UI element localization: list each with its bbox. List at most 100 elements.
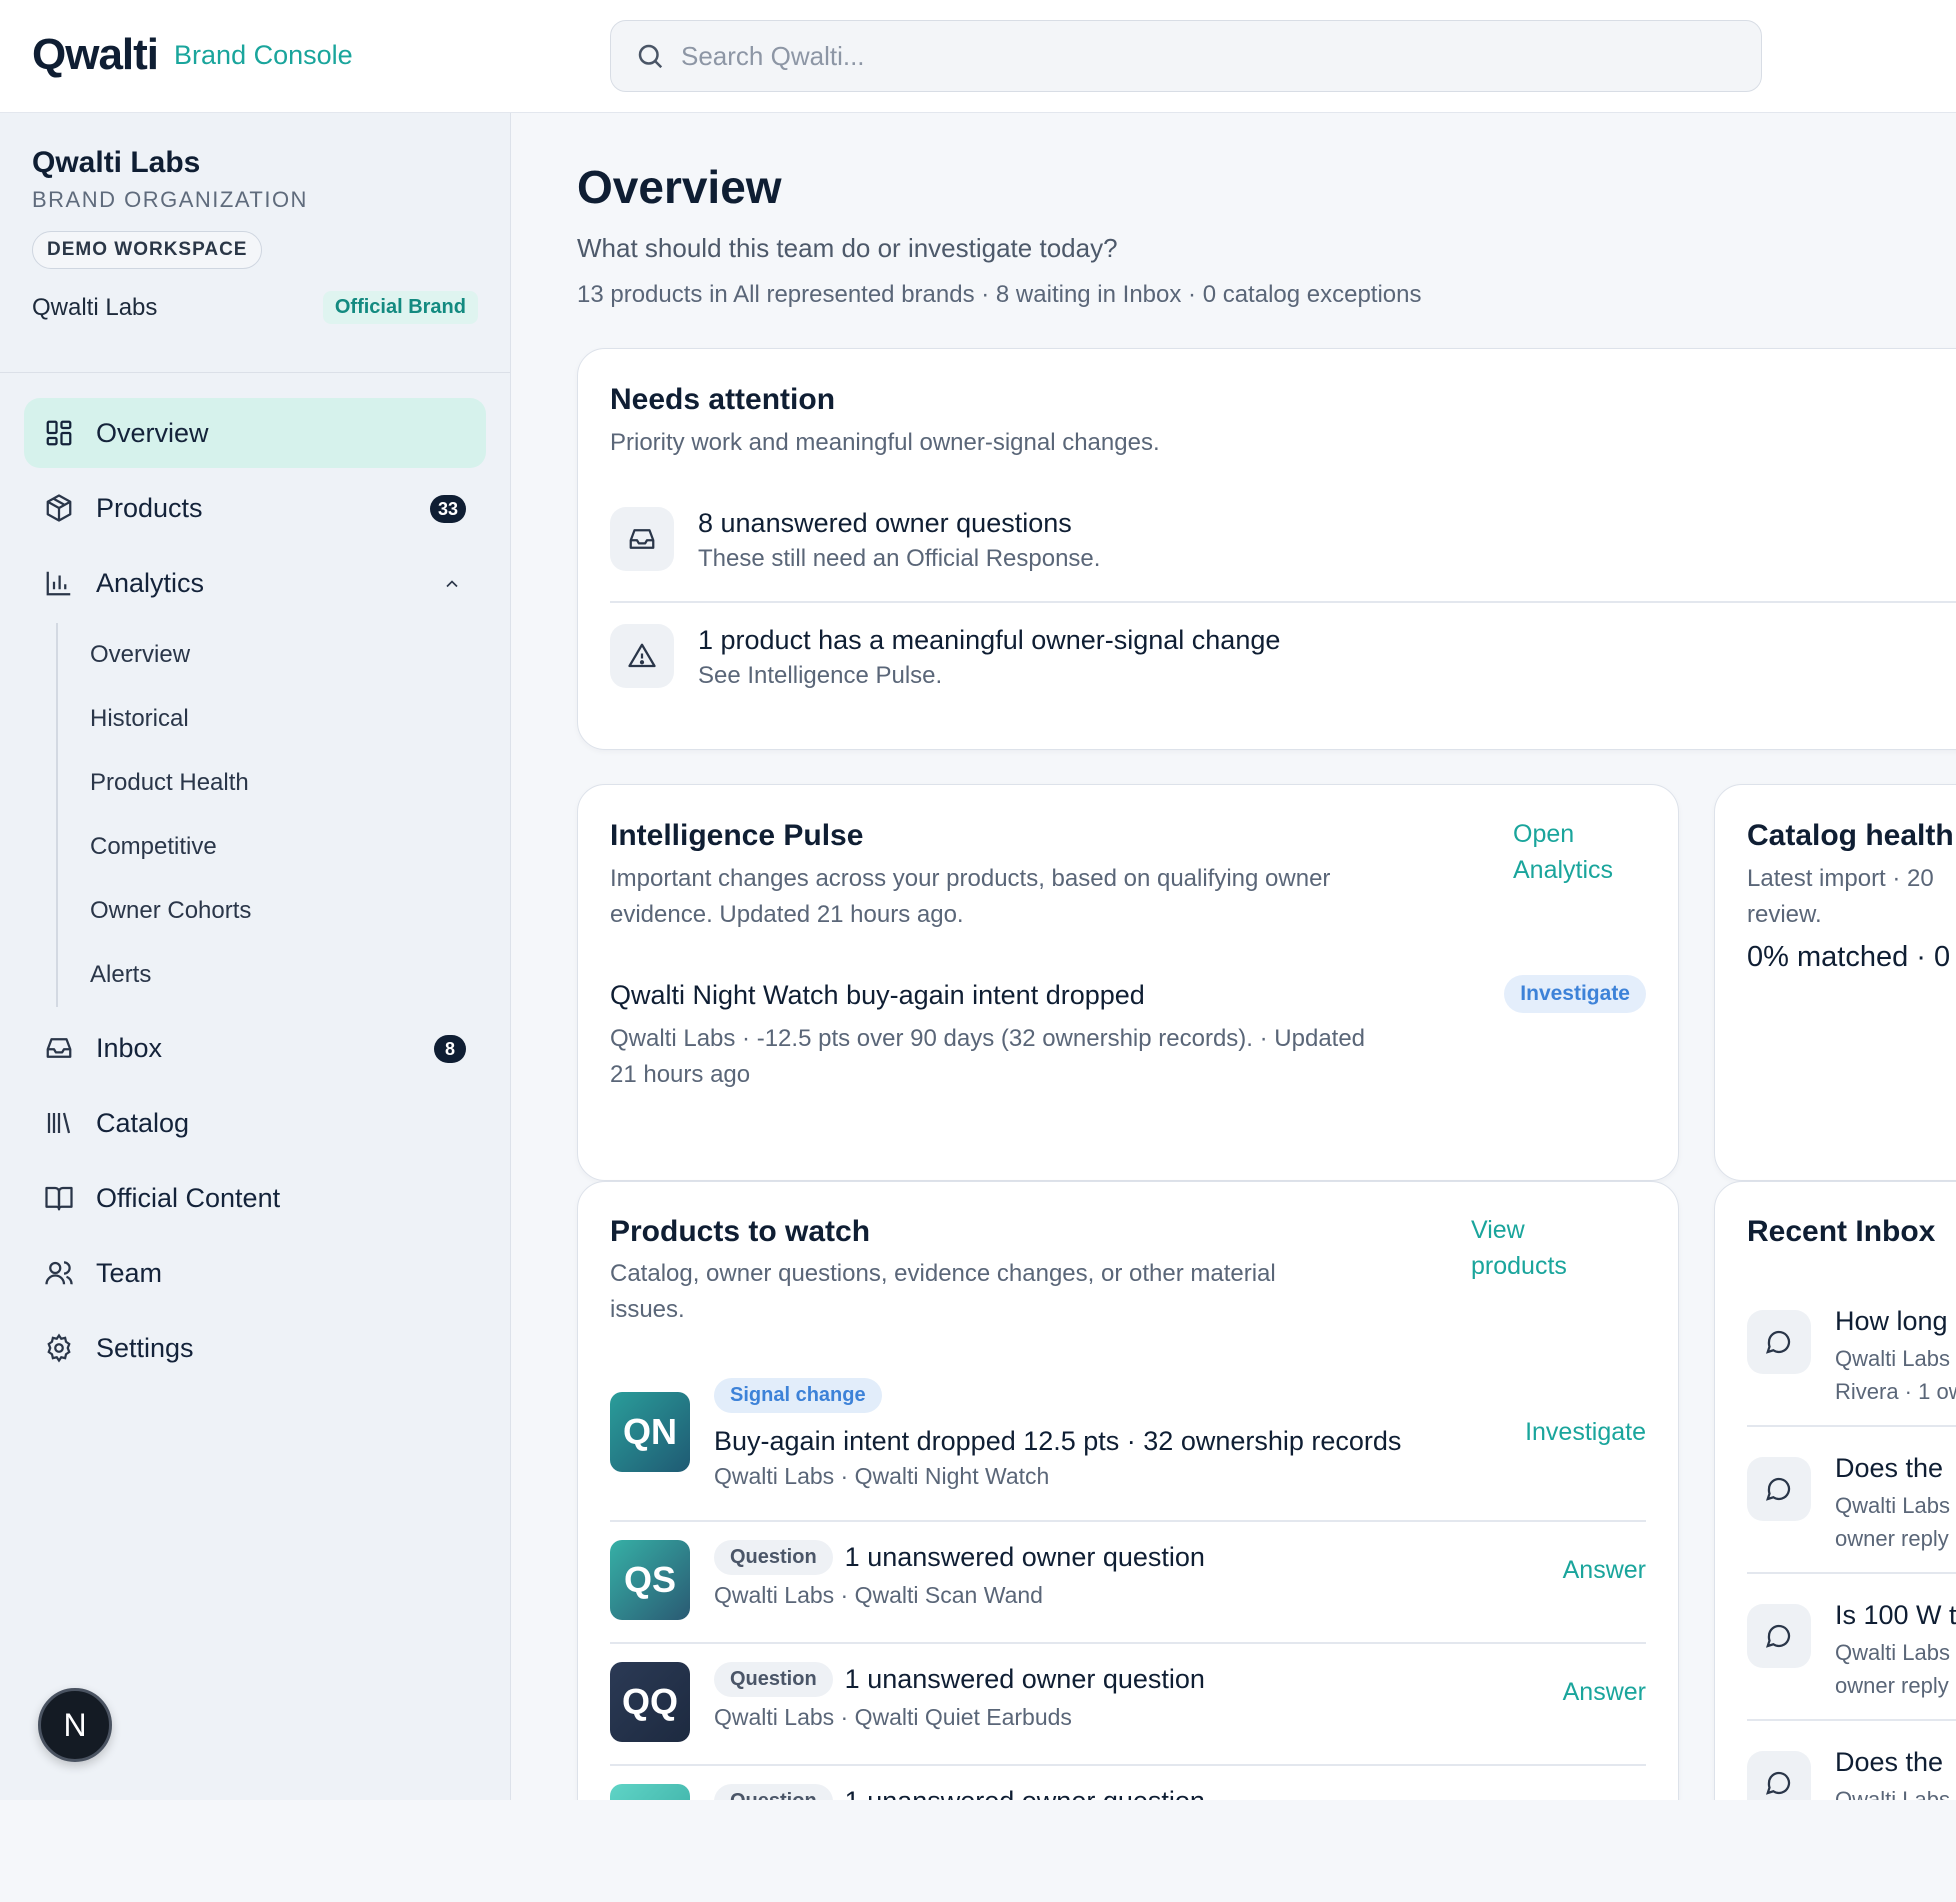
answer-link[interactable]: Answer — [1563, 1678, 1646, 1707]
page-summary: 13 products in All represented brands · … — [577, 281, 1422, 308]
search-icon — [635, 41, 665, 71]
divider — [1747, 1572, 1956, 1574]
book-open-icon — [44, 1183, 74, 1213]
card-description: Priority work and meaningful owner-signa… — [610, 429, 1160, 456]
chevron-up-icon[interactable] — [442, 574, 462, 594]
message-icon — [1747, 1310, 1811, 1374]
brand-name: Qwalti Labs — [32, 293, 158, 321]
link-text: Open — [1513, 820, 1575, 848]
nav-team[interactable]: Team — [24, 1238, 486, 1308]
attention-item[interactable]: 8 unanswered owner questions These still… — [610, 507, 1100, 577]
search-bar[interactable] — [610, 20, 1762, 92]
open-analytics-link[interactable]: Open Analytics — [1513, 816, 1613, 888]
nav-inbox[interactable]: Inbox 8 — [24, 1013, 486, 1083]
org-name: Qwalti Labs — [32, 146, 201, 179]
subnav-alerts[interactable]: Alerts — [58, 943, 486, 1007]
main-nav: Overview Products 33 Analytics Overview … — [0, 373, 510, 1383]
nav-label: Settings — [96, 1332, 194, 1363]
nav-settings[interactable]: Settings — [24, 1313, 486, 1383]
nav-overview[interactable]: Overview — [24, 398, 486, 468]
inbox-icon — [44, 1033, 74, 1063]
product-row[interactable]: Question 1 unanswered owner question — [610, 1784, 1646, 1800]
nav-label: Official Content — [96, 1182, 281, 1213]
subnav-overview[interactable]: Overview — [58, 623, 486, 687]
inbox-row-sub: Rivera · 1 ow — [1835, 1379, 1956, 1404]
attention-item[interactable]: 1 product has a meaningful owner-signal … — [610, 624, 1280, 694]
page-subtitle: What should this team do or investigate … — [577, 233, 1118, 263]
attention-item-title: 8 unanswered owner questions — [698, 508, 1072, 538]
product-row-sub: Qwalti Labs · Qwalti Quiet Earbuds — [714, 1704, 1072, 1730]
attention-item-sub: These still need an Official Response. — [698, 545, 1101, 572]
attention-item-title: 1 product has a meaningful owner-signal … — [698, 625, 1281, 655]
package-icon — [44, 493, 74, 523]
answer-link[interactable]: Answer — [1563, 1556, 1646, 1585]
inbox-row-title: Does the — [1835, 1453, 1944, 1483]
products-to-watch-card: Products to watch Catalog, owner questio… — [577, 1181, 1679, 1800]
recent-inbox-card: Recent Inbox How long Qwalti Labs Rivera… — [1714, 1181, 1956, 1800]
org-panel: Qwalti Labs BRAND ORGANIZATION DEMO WORK… — [0, 113, 510, 373]
nav-official-content[interactable]: Official Content — [24, 1163, 486, 1233]
message-icon — [1747, 1751, 1811, 1800]
page-bottom-area — [0, 1800, 1956, 1902]
product-avatar: QN — [610, 1392, 690, 1472]
investigate-button[interactable]: Investigate — [1504, 975, 1646, 1013]
card-title: Intelligence Pulse — [610, 819, 864, 852]
card-title: Catalog health — [1747, 819, 1954, 852]
product-avatar: QQ — [610, 1662, 690, 1742]
subnav-owner-cohorts[interactable]: Owner Cohorts — [58, 879, 486, 943]
product-row-title: 1 unanswered owner question — [844, 1542, 1205, 1572]
search-input[interactable] — [681, 40, 1681, 72]
nav-catalog[interactable]: Catalog — [24, 1088, 486, 1158]
inbox-row-sub: Qwalti Labs — [1835, 1346, 1950, 1371]
user-avatar[interactable]: N — [38, 1688, 112, 1762]
nav-analytics[interactable]: Analytics — [24, 548, 486, 618]
sidebar: Qwalti Labs BRAND ORGANIZATION DEMO WORK… — [0, 113, 511, 1800]
console-label: Brand Console — [174, 40, 353, 70]
product-row[interactable]: QN Signal change Buy-again intent droppe… — [610, 1378, 1646, 1489]
subnav-competitive[interactable]: Competitive — [58, 815, 486, 879]
product-row-title: Buy-again intent dropped 12.5 pts · 32 o… — [714, 1426, 1402, 1456]
attention-item-sub: See Intelligence Pulse. — [698, 662, 943, 689]
divider — [610, 1642, 1646, 1644]
signal-change-tag: Signal change — [714, 1378, 882, 1413]
pulse-item-sub: 21 hours ago — [610, 1061, 751, 1088]
inbox-icon — [610, 507, 674, 571]
inbox-row-sub: Qwalti Labs — [1835, 1640, 1950, 1665]
brand-row[interactable]: Qwalti Labs Official Brand — [32, 291, 478, 324]
nav-label: Overview — [96, 417, 209, 448]
card-description: Important changes across your products, … — [610, 865, 1331, 892]
product-avatar: QS — [610, 1540, 690, 1620]
catalog-match-stat: 0% matched · 0 — [1747, 941, 1951, 973]
divider — [610, 1764, 1646, 1766]
inbox-row-sub: owner reply — [1835, 1526, 1949, 1551]
inbox-row-sub: Qwalti Labs — [1835, 1787, 1950, 1800]
brand-logo[interactable]: Qwalti Brand Console — [32, 30, 353, 80]
product-row-title: 1 unanswered owner question — [844, 1664, 1205, 1694]
divider — [610, 601, 1956, 603]
divider — [610, 1520, 1646, 1522]
link-text: Analytics — [1513, 856, 1614, 884]
nav-label: Analytics — [96, 567, 205, 598]
inbox-row-title: Is 100 W t — [1835, 1600, 1956, 1630]
pulse-item-sub: Qwalti Labs · -12.5 pts over 90 days (32… — [610, 1025, 1366, 1052]
product-avatar — [610, 1784, 690, 1800]
nav-label: Catalog — [96, 1107, 190, 1138]
inbox-row-sub: owner reply — [1835, 1673, 1949, 1698]
subnav-historical[interactable]: Historical — [58, 687, 486, 751]
warning-icon — [610, 624, 674, 688]
card-description: issues. — [610, 1296, 685, 1323]
subnav-product-health[interactable]: Product Health — [58, 751, 486, 815]
needs-attention-card: Needs attention Priority work and meanin… — [577, 348, 1956, 750]
official-brand-badge: Official Brand — [322, 291, 478, 324]
product-row[interactable]: QQ Question 1 unanswered owner question … — [610, 1662, 1646, 1742]
pulse-item-title[interactable]: Qwalti Night Watch buy-again intent drop… — [610, 980, 1145, 1011]
view-products-link[interactable]: View products — [1471, 1212, 1567, 1284]
nav-products[interactable]: Products 33 — [24, 473, 486, 543]
workspace-badge: DEMO WORKSPACE — [32, 231, 263, 269]
product-row[interactable]: QS Question 1 unanswered owner question … — [610, 1540, 1646, 1620]
card-title: Products to watch — [610, 1215, 871, 1248]
product-row-sub: Qwalti Labs · Qwalti Scan Wand — [714, 1582, 1043, 1608]
inbox-row-sub: Qwalti Labs — [1835, 1493, 1950, 1518]
card-description: Latest import · 20 — [1747, 865, 1934, 892]
investigate-link[interactable]: Investigate — [1525, 1418, 1646, 1447]
